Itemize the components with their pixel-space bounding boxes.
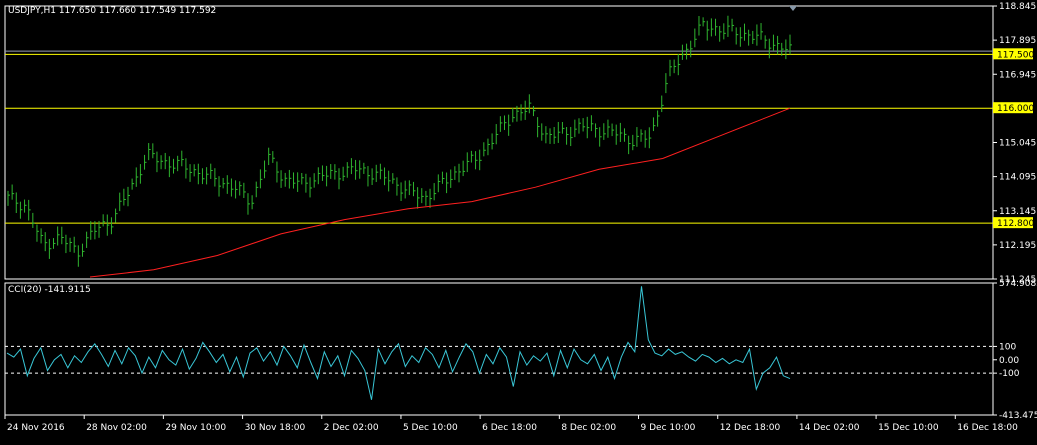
horizontal-line-label: 112.800 bbox=[997, 219, 1034, 229]
time-tick-label: 15 Dec 10:00 bbox=[878, 423, 939, 433]
chart-window[interactable]: 118.845 117.895 116.945 115.045 114.095 113.1… bbox=[0, 0, 1037, 441]
price-y-tick-label: 116.945 bbox=[999, 70, 1036, 80]
time-tick-label: 12 Dec 18:00 bbox=[720, 423, 781, 433]
price-pane-frame bbox=[4, 5, 994, 280]
price-y-tick-label: 114.095 bbox=[999, 173, 1036, 183]
price-y-tick-label: 117.895 bbox=[999, 36, 1036, 46]
cci-y-tick-label: 100 bbox=[999, 342, 1016, 352]
cci-y-tick-label: -413.4755 bbox=[999, 411, 1037, 421]
cci-header: CCI(20) -141.9115 bbox=[8, 285, 91, 295]
price-chart-header: USDJPY,H1 117.650 117.660 117.549 117.59… bbox=[8, 6, 217, 16]
price-y-tick-label: 115.045 bbox=[999, 139, 1036, 149]
time-tick-label: 5 Dec 10:00 bbox=[403, 423, 458, 433]
time-tick-label: 6 Dec 18:00 bbox=[482, 423, 537, 433]
time-tick-label: 16 Dec 18:00 bbox=[957, 423, 1018, 433]
cci-y-tick-label: -100 bbox=[999, 369, 1020, 379]
time-tick-label: 29 Nov 10:00 bbox=[165, 423, 226, 433]
shift-marker-icon[interactable] bbox=[789, 6, 797, 11]
horizontal-line-label: 117.500 bbox=[997, 50, 1034, 60]
time-tick-label: 8 Dec 02:00 bbox=[561, 423, 616, 433]
cci-y-tick-label: 0.00 bbox=[999, 356, 1019, 366]
price-y-tick-label: 113.145 bbox=[999, 207, 1036, 217]
time-tick-label: 30 Nov 18:00 bbox=[245, 423, 306, 433]
cci-line bbox=[6, 286, 791, 400]
time-tick-label: 2 Dec 02:00 bbox=[324, 423, 379, 433]
time-tick-label: 14 Dec 02:00 bbox=[799, 423, 860, 433]
time-tick-label: 28 Nov 02:00 bbox=[86, 423, 147, 433]
price-y-tick-label: 112.195 bbox=[999, 241, 1036, 251]
price-chart[interactable]: 118.845 117.895 116.945 115.045 114.095 113.1… bbox=[0, 0, 1037, 441]
time-tick-label: 24 Nov 2016 bbox=[7, 423, 65, 433]
price-y-tick-label: 118.845 bbox=[999, 2, 1036, 12]
horizontal-line-label: 116.000 bbox=[997, 104, 1034, 114]
cci-y-tick-label: 574.9082 bbox=[999, 279, 1037, 289]
moving-average-line bbox=[89, 107, 791, 278]
time-tick-label: 9 Dec 10:00 bbox=[641, 423, 696, 433]
